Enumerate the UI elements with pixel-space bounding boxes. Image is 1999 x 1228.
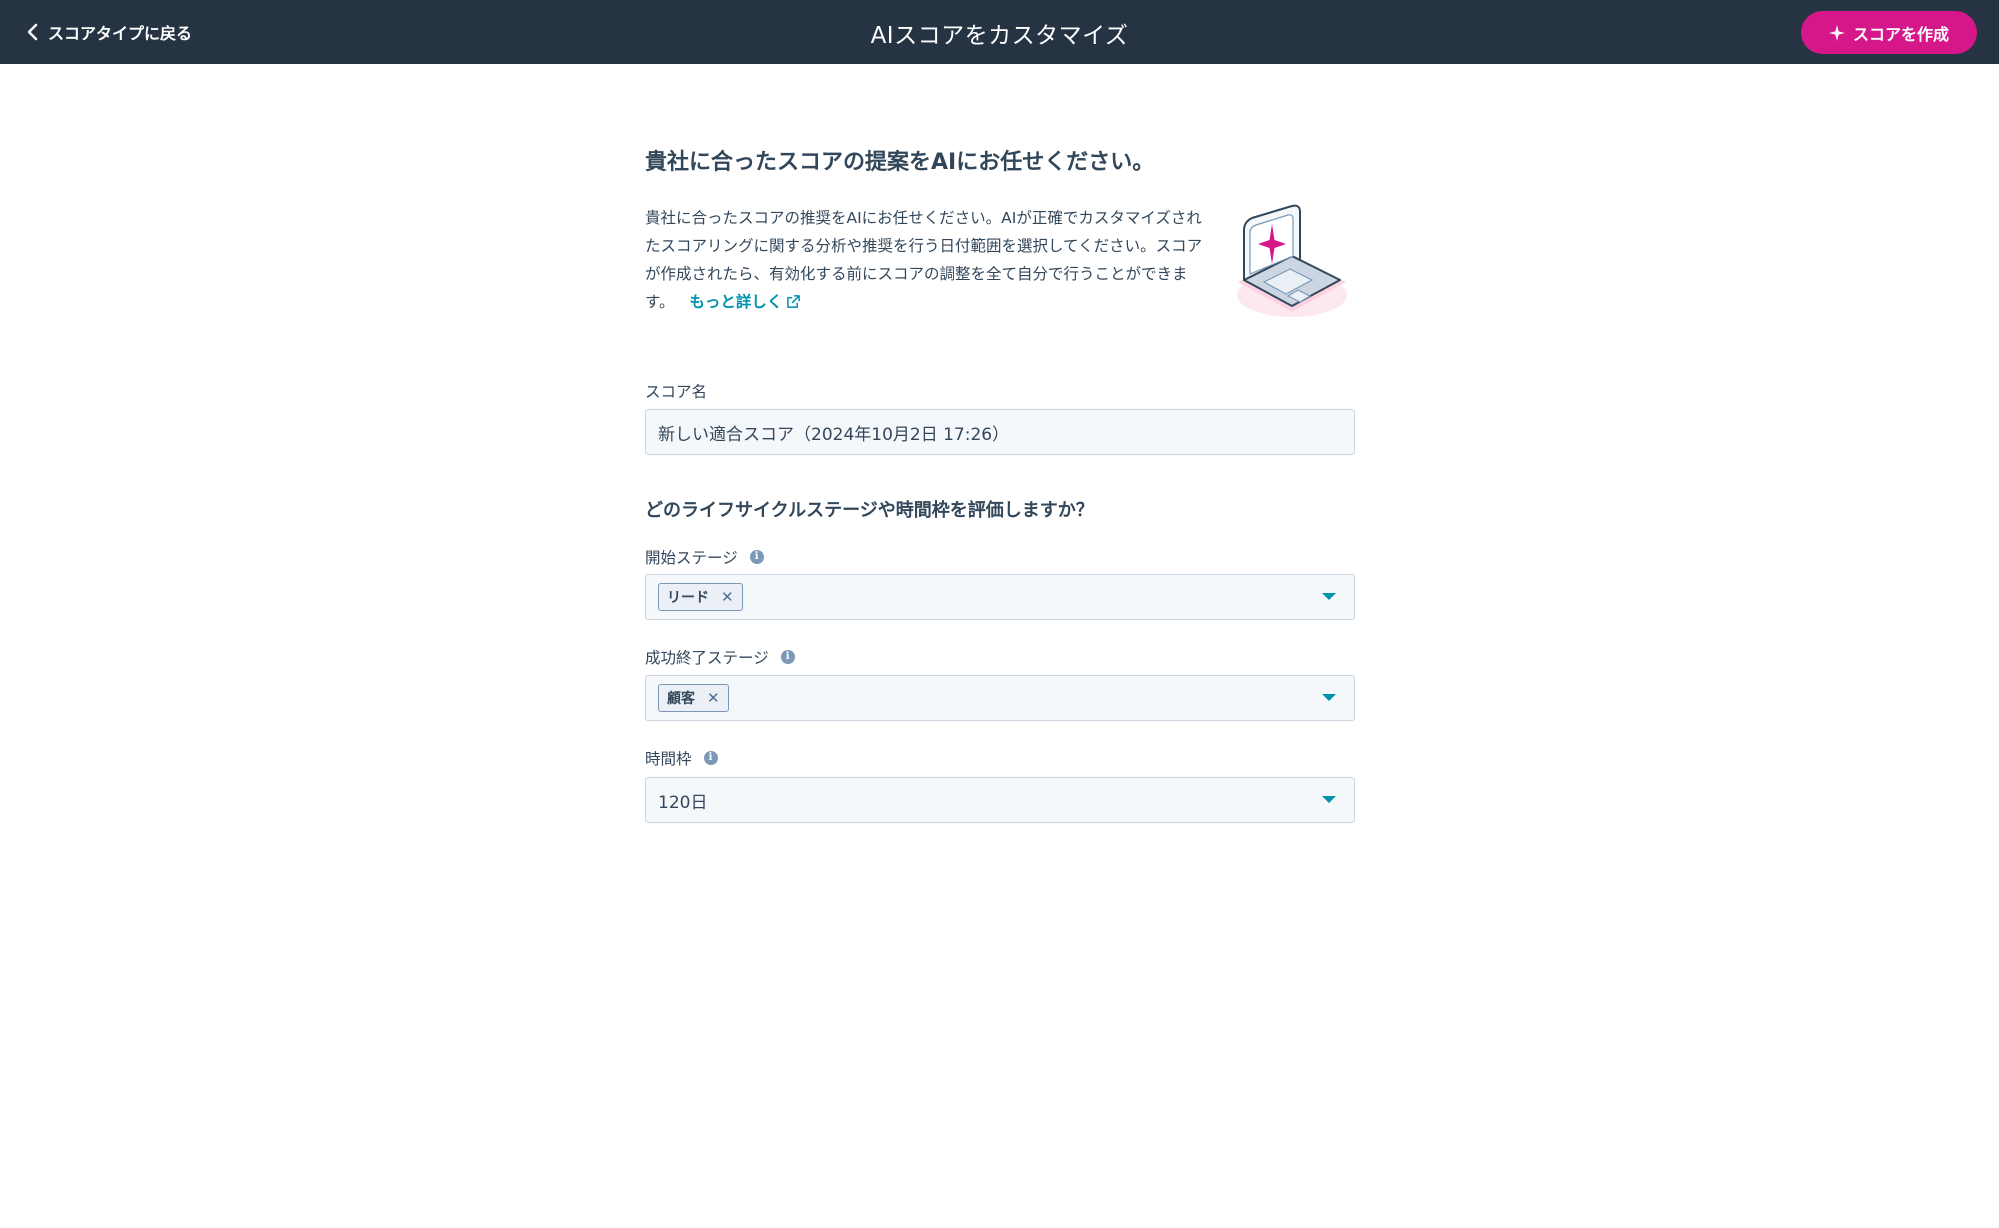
- top-bar: スコアタイプに戻る AIスコアをカスタマイズ スコアを作成: [0, 0, 1999, 64]
- start-stage-label: 開始ステージ i: [645, 546, 764, 568]
- dropdown-caret-icon[interactable]: [1322, 694, 1336, 701]
- info-icon[interactable]: i: [703, 751, 718, 765]
- info-icon[interactable]: i: [749, 550, 764, 564]
- success-stage-tag: 顧客 ✕: [658, 684, 729, 712]
- score-name-input[interactable]: 新しい適合スコア（2024年10月2日 17:26）: [645, 409, 1355, 455]
- laptop-sparkle-illustration: [1237, 204, 1347, 317]
- external-link-icon: [787, 295, 801, 308]
- dropdown-caret-icon[interactable]: [1322, 593, 1336, 600]
- create-score-button[interactable]: スコアを作成: [1801, 11, 1977, 54]
- timeframe-label-text: 時間枠: [645, 750, 692, 768]
- intro-description: 貴社に合ったスコアの推奨をAIにお任せください。AIが正確でカスタマイズされたス…: [645, 204, 1215, 316]
- dropdown-caret-icon[interactable]: [1322, 796, 1336, 803]
- timeframe-value: 120日: [658, 792, 708, 813]
- learn-more-label: もっと詳しく: [689, 293, 783, 311]
- score-name-label: スコア名: [645, 383, 708, 401]
- success-stage-tag-label: 顧客: [667, 691, 695, 707]
- intro-heading: 貴社に合ったスコアの提案をAIにお任せください。: [645, 150, 1155, 175]
- timeframe-select[interactable]: 120日: [645, 777, 1355, 823]
- start-stage-label-text: 開始ステージ: [645, 549, 738, 567]
- create-score-label: スコアを作成: [1852, 24, 1949, 44]
- page-title: AIスコアをカスタマイズ: [870, 23, 1129, 49]
- start-stage-tag: リード ✕: [658, 583, 743, 611]
- timeframe-label: 時間枠 i: [645, 747, 718, 769]
- evaluation-question: どのライフサイクルステージや時間枠を評価しますか？: [645, 500, 1094, 521]
- sparkle-icon: [1828, 24, 1845, 41]
- learn-more-link[interactable]: もっと詳しく: [689, 293, 801, 311]
- remove-tag-icon[interactable]: ✕: [707, 689, 720, 707]
- success-stage-select[interactable]: 顧客 ✕: [645, 675, 1355, 721]
- success-stage-label-text: 成功終了ステージ: [645, 649, 769, 667]
- remove-tag-icon[interactable]: ✕: [721, 588, 734, 606]
- success-stage-label: 成功終了ステージ i: [645, 646, 795, 668]
- start-stage-tag-label: リード: [667, 590, 709, 606]
- info-icon[interactable]: i: [780, 650, 795, 664]
- start-stage-select[interactable]: リード ✕: [645, 574, 1355, 620]
